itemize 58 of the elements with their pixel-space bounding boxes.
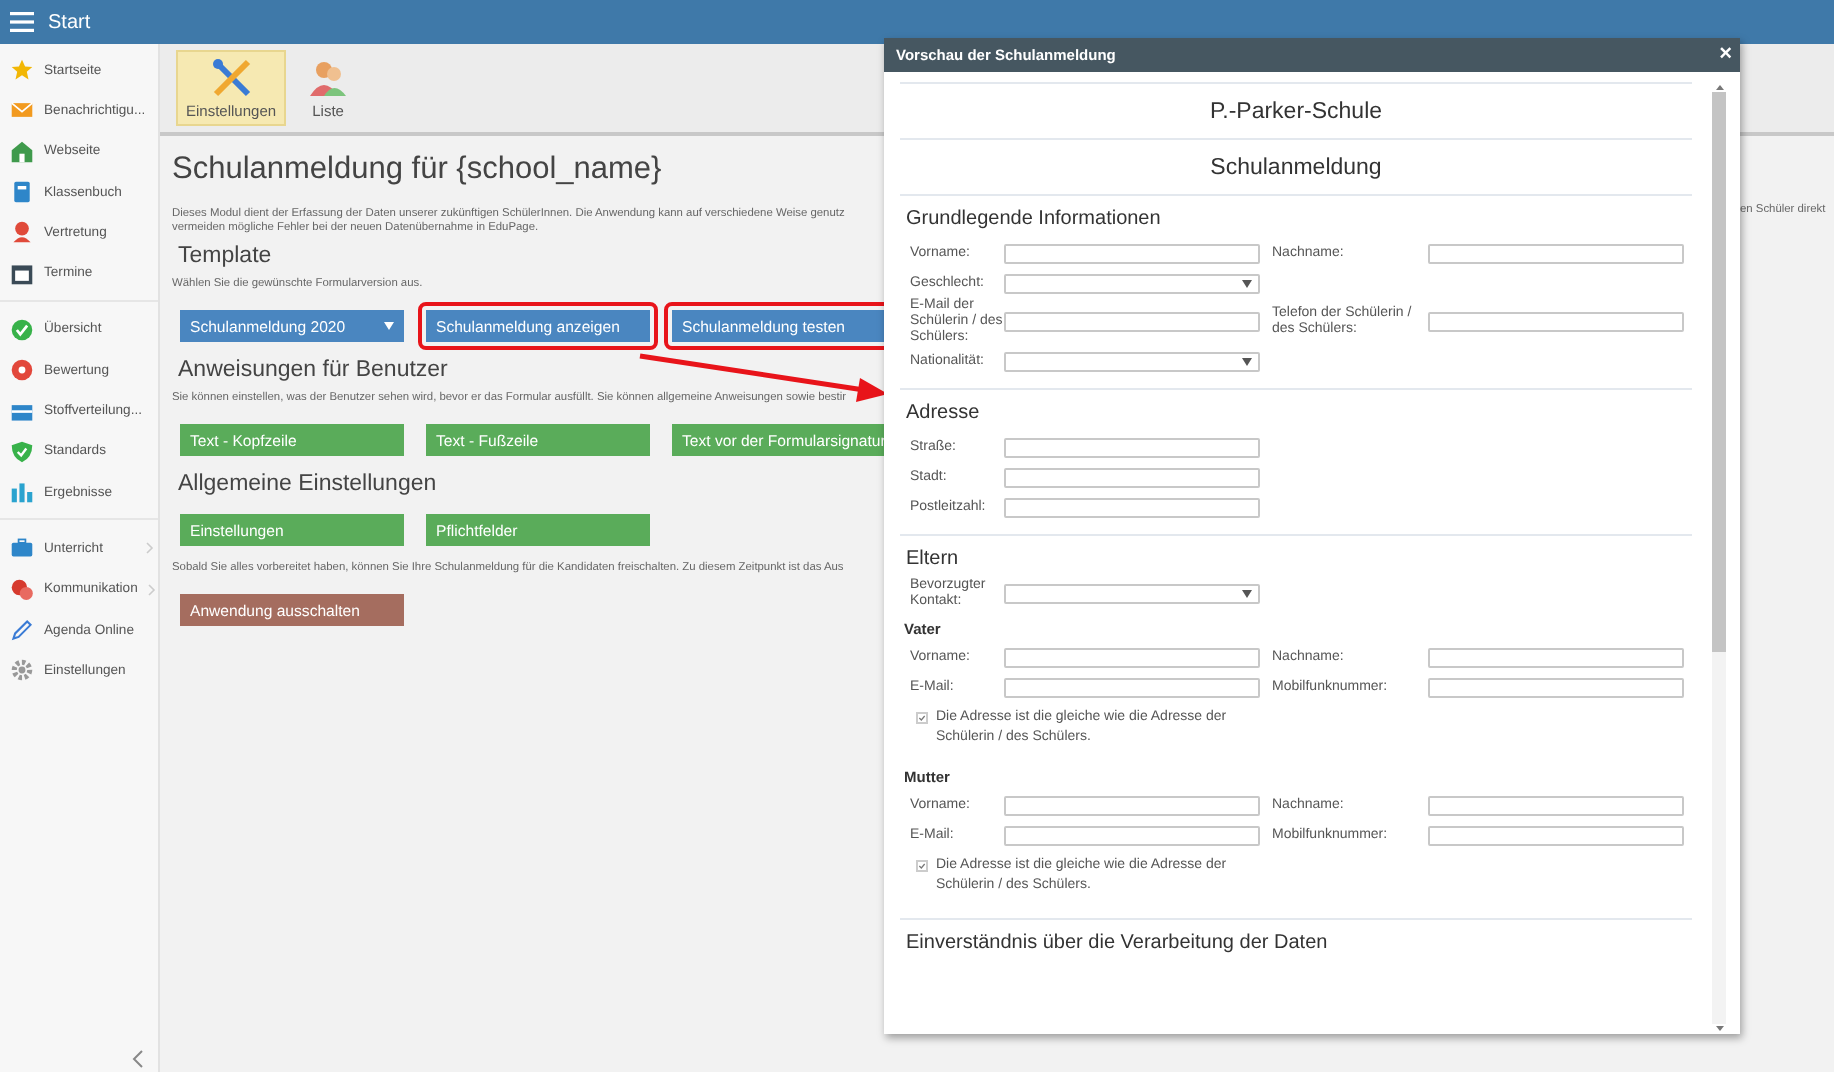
section-heading: Anweisungen für Benutzer <box>178 358 450 382</box>
pin-circle-icon <box>10 358 34 383</box>
input-field[interactable] <box>1428 243 1684 263</box>
input-field[interactable] <box>1004 795 1260 815</box>
tray-icon <box>10 399 34 424</box>
bar-chart-icon <box>10 480 34 505</box>
input-field[interactable] <box>1004 647 1260 667</box>
people-icon <box>308 57 349 97</box>
page-title: Schulanmeldung für {school_name} <box>172 152 664 188</box>
caret-down-icon <box>1242 590 1252 598</box>
input-field[interactable] <box>1004 437 1260 457</box>
caret-down-icon <box>1242 279 1252 287</box>
menu-icon[interactable] <box>10 12 34 32</box>
settings-icon <box>10 658 34 683</box>
app-title: Start <box>48 11 91 33</box>
input-field[interactable] <box>1004 825 1260 845</box>
chat-icon <box>10 577 34 602</box>
tools-icon <box>209 57 254 97</box>
star-icon <box>10 58 34 83</box>
input-field[interactable] <box>1004 467 1260 487</box>
input-field[interactable] <box>1428 825 1684 845</box>
select-field[interactable] <box>1004 584 1260 604</box>
person-icon <box>10 220 34 245</box>
house-icon <box>10 139 34 164</box>
select-field[interactable] <box>1004 273 1260 293</box>
checkbox[interactable] <box>916 712 928 724</box>
close-button[interactable]: × <box>1719 44 1732 66</box>
envelope-icon <box>10 98 34 123</box>
pencil-icon <box>10 618 34 642</box>
section-heading: Allgemeine Einstellungen <box>178 472 439 496</box>
form-section-heading: Einverständnis über die Verarbeitung der Daten <box>906 932 1330 954</box>
form-section-heading: Grundlegende Informationen <box>906 208 1163 230</box>
calendar-icon <box>10 261 34 286</box>
input-field[interactable] <box>1428 312 1684 332</box>
input-field[interactable] <box>1004 677 1260 697</box>
chevron-right-icon <box>146 542 154 555</box>
check-circle-icon <box>10 317 34 342</box>
checkbox[interactable] <box>916 860 928 872</box>
form-section-heading: Eltern <box>906 548 961 570</box>
form-title: Schulanmeldung <box>900 138 1692 194</box>
scrollbar[interactable] <box>1710 82 1728 1034</box>
shield-icon <box>10 439 34 464</box>
briefcase-icon <box>10 536 34 561</box>
select-field[interactable] <box>1004 351 1260 371</box>
school-name: P.-Parker-Schule <box>900 82 1692 138</box>
chevron-right-icon <box>147 583 156 596</box>
input-field[interactable] <box>1428 677 1684 697</box>
caret-down-icon <box>384 322 394 330</box>
input-field[interactable] <box>1428 647 1684 667</box>
input-field[interactable] <box>1428 795 1684 815</box>
input-field[interactable] <box>1004 497 1260 517</box>
caret-down-icon <box>1242 357 1252 365</box>
input-field[interactable] <box>1004 243 1260 263</box>
collapse-chevron-icon[interactable] <box>132 1050 144 1068</box>
form-section-heading: Adresse <box>906 402 982 424</box>
input-field[interactable] <box>1004 312 1260 332</box>
book-icon <box>10 180 34 205</box>
section-heading: Template <box>178 244 274 268</box>
